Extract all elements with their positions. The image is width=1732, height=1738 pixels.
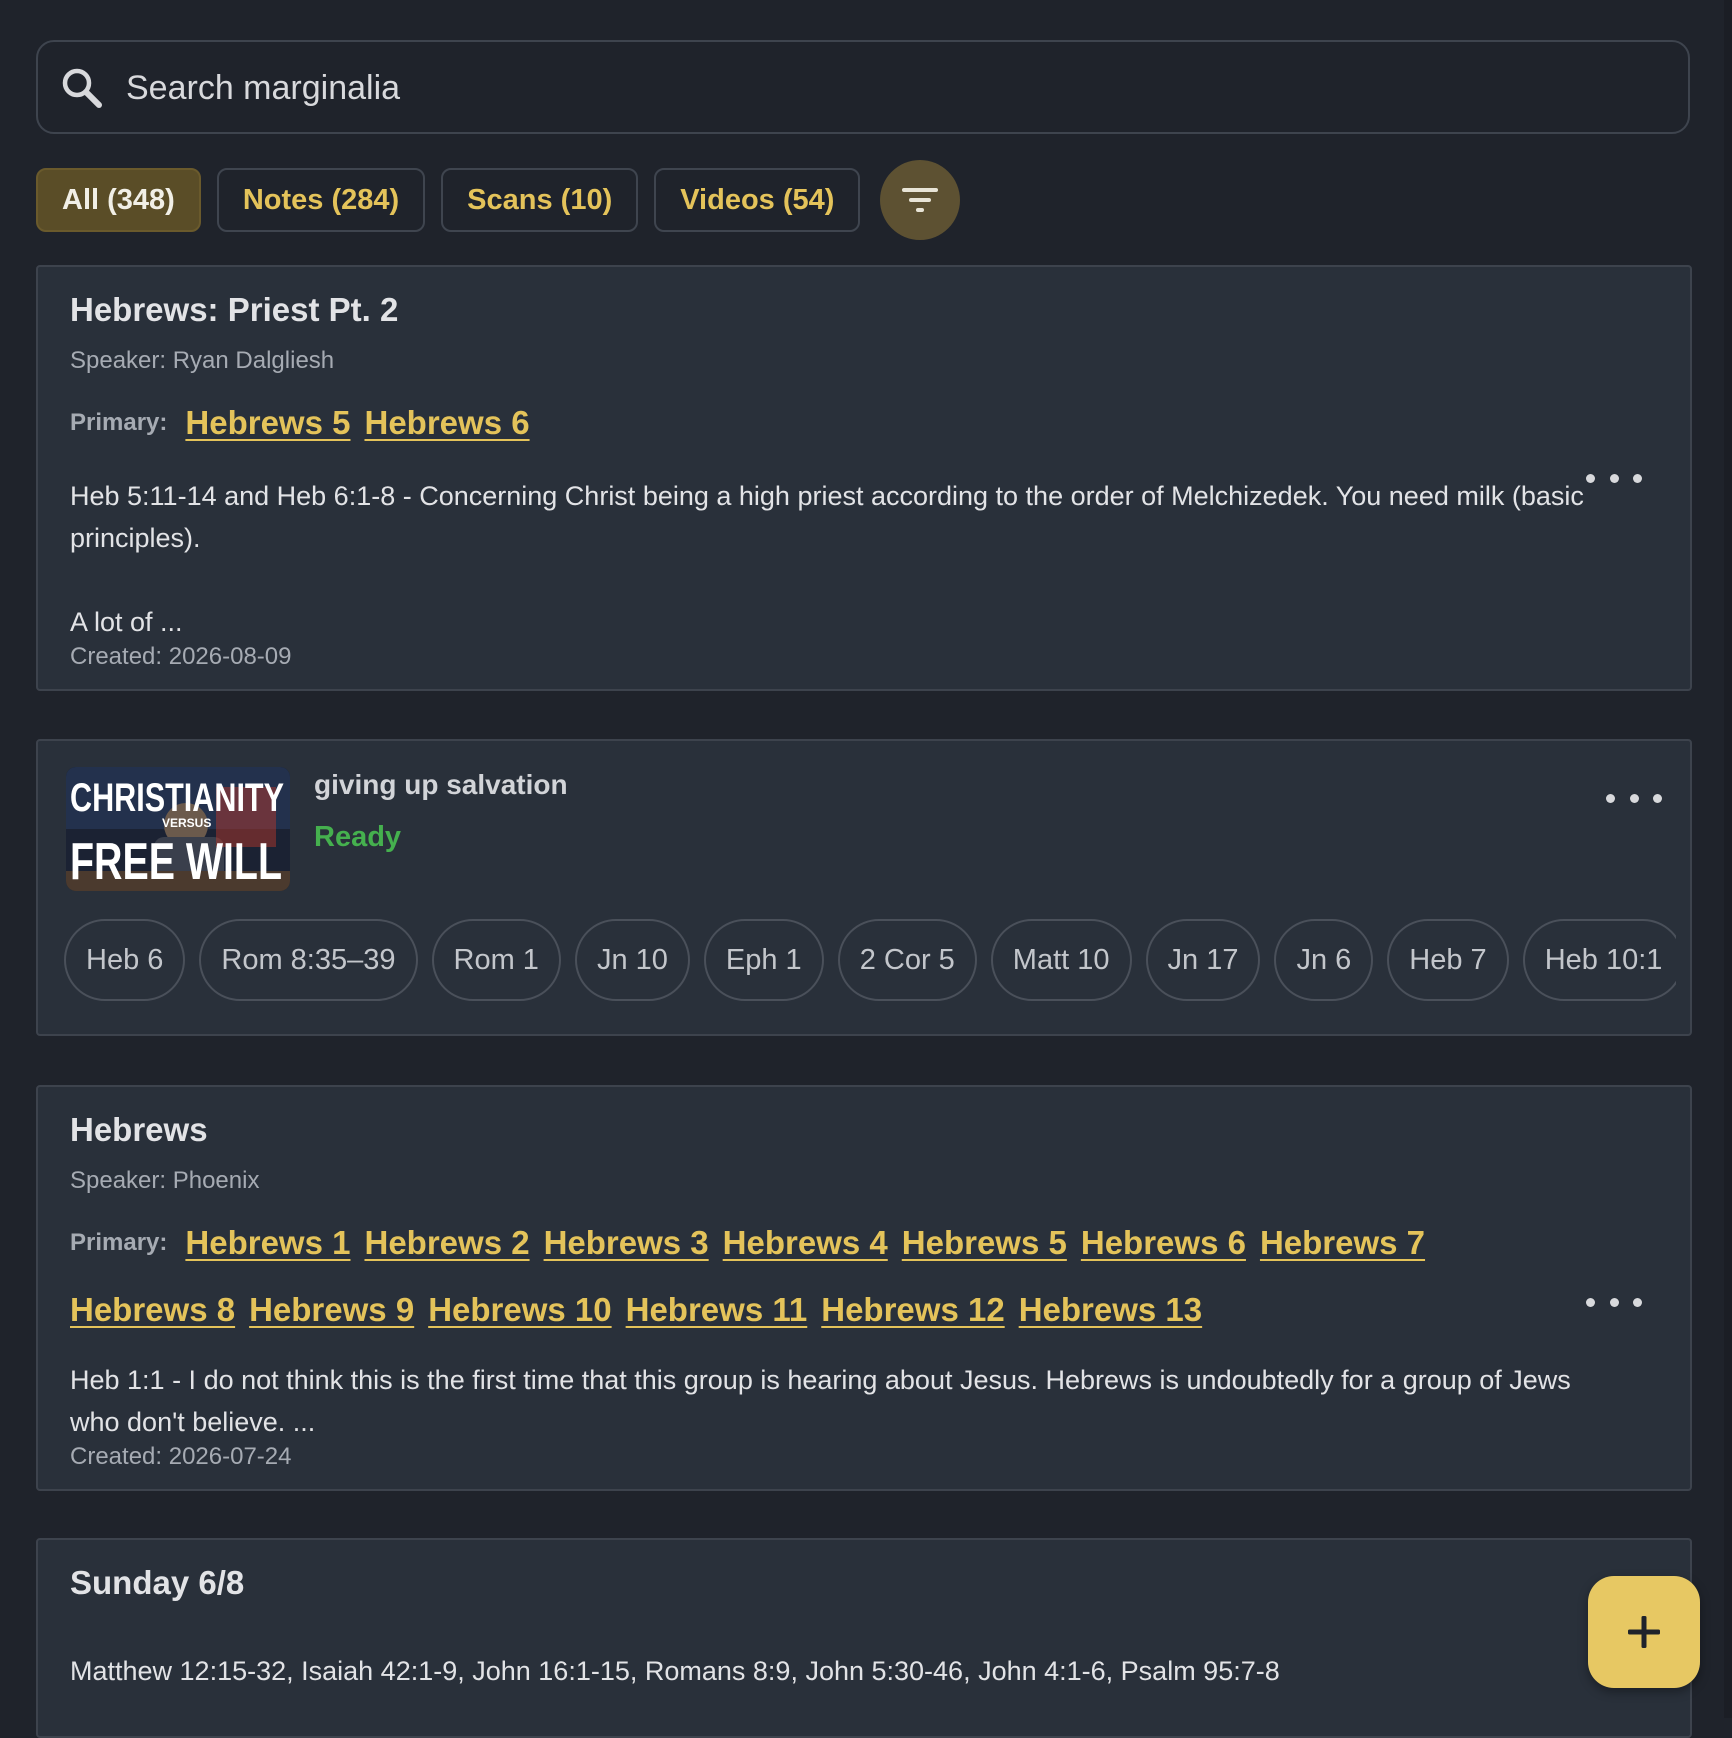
more-options-icon [1586, 1297, 1595, 1307]
ref-link[interactable]: Hebrews 2 [364, 1224, 529, 1261]
card-title: Hebrews: Priest Pt. 2 [70, 291, 399, 328]
card-body: Heb 1:1 - I do not think this is the fir… [70, 1365, 1571, 1437]
scripture-pill[interactable]: Heb 10:1 [1522, 919, 1676, 1001]
ref-link[interactable]: Hebrews 8 [70, 1291, 235, 1328]
thumbnail-text-line3: FREE WILL [70, 833, 282, 891]
card-title: Sunday 6/8 [70, 1564, 245, 1601]
filter-icon [902, 188, 939, 212]
primary-label: Primary: [70, 1229, 168, 1257]
card-body-continued: A lot of ... [70, 607, 183, 637]
note-card[interactable]: Hebrews: Priest Pt. 2 Speaker: Ryan Dalg… [36, 265, 1692, 691]
card-body: Matthew 12:15-32, Isaiah 42:1-9, John 16… [70, 1656, 1280, 1686]
scripture-pill[interactable]: Heb 7 [1387, 919, 1509, 1001]
more-options-icon-dot [1633, 1297, 1642, 1307]
card-created-date: Created: 2026-08-09 [70, 643, 292, 670]
card-speaker: Speaker: Phoenix [70, 1167, 260, 1194]
video-title: giving up salvation [314, 769, 568, 800]
primary-refs: Primary: Hebrews 5 Hebrews 6 [70, 389, 1570, 455]
search-input[interactable] [124, 58, 1668, 118]
ref-link[interactable]: Hebrews 6 [1081, 1224, 1246, 1261]
more-options-icon-dot [1633, 473, 1642, 483]
note-card[interactable]: Hebrews Speaker: Phoenix Primary: Hebrews… [36, 1085, 1692, 1491]
scrollbar-track[interactable] [1724, 0, 1732, 1718]
filter-row: All (348) Notes (284) Scans (10) Videos … [36, 160, 961, 240]
ref-link[interactable]: Hebrews 11 [626, 1291, 808, 1328]
card-created-date: Created: 2026-07-24 [70, 1443, 292, 1470]
ref-link[interactable]: Hebrews 5 [185, 404, 350, 441]
thumbnail-text-line2: VERSUS [162, 816, 211, 830]
plus-icon [1628, 1616, 1660, 1648]
scripture-pill[interactable]: 2 Cor 5 [837, 919, 977, 1001]
scripture-pill[interactable]: Jn 10 [574, 919, 690, 1001]
scripture-pill[interactable]: Jn 6 [1274, 919, 1374, 1001]
video-card[interactable]: CHRISTIANITY VERSUS FREE WILL giving up … [36, 739, 1692, 1036]
filter-chip-all[interactable]: All (348) [36, 168, 201, 232]
search-bar[interactable] [36, 40, 1690, 134]
scripture-pill[interactable]: Matt 10 [990, 919, 1132, 1001]
search-icon [62, 68, 102, 108]
filter-chip-scans[interactable]: Scans (10) [441, 168, 639, 232]
note-card[interactable]: Sunday 6/8 Matthew 12:15-32, Isaiah 42:1… [36, 1538, 1692, 1738]
ref-link[interactable]: Hebrews 13 [1019, 1291, 1202, 1328]
thumbnail-text-line1: CHRISTIANITY [70, 776, 284, 820]
scripture-pill[interactable]: Rom 1 [431, 919, 561, 1001]
ref-link[interactable]: Hebrews 6 [364, 404, 529, 441]
scripture-pill-row[interactable]: Heb 6 Rom 8:35–39 Rom 1 Jn 10 Eph 1 2 Co… [64, 919, 1676, 1005]
more-options-icon-dot [1629, 793, 1639, 803]
ref-link[interactable]: Hebrews 1 [185, 1224, 350, 1261]
primary-refs: Primary: Hebrews 1 Hebrews 2 Hebrews 3 Hebre… [70, 1209, 1570, 1342]
ref-link[interactable]: Hebrews 10 [428, 1291, 611, 1328]
video-status: Ready [314, 821, 402, 853]
more-options-icon-dot [1609, 1297, 1619, 1307]
ref-link[interactable]: Hebrews 4 [723, 1224, 888, 1261]
ref-link[interactable]: Hebrews 12 [821, 1291, 1004, 1328]
primary-label: Primary: [70, 409, 168, 437]
ref-link[interactable]: Hebrews 5 [902, 1224, 1067, 1261]
scripture-pill[interactable]: Eph 1 [703, 919, 824, 1001]
card-speaker: Speaker: Ryan Dalgliesh [70, 347, 335, 374]
card-title: Hebrews [70, 1111, 208, 1148]
more-options-button[interactable] [1586, 1287, 1642, 1317]
video-thumbnail-image: CHRISTIANITY VERSUS FREE WILL [66, 767, 290, 891]
scripture-pill[interactable]: Heb 6 [64, 919, 186, 1001]
more-options-icon [1606, 793, 1615, 803]
more-options-icon-dot [1653, 793, 1662, 803]
ref-link[interactable]: Hebrews 3 [544, 1224, 709, 1261]
scripture-pill[interactable]: Jn 17 [1145, 919, 1261, 1001]
filter-chip-notes[interactable]: Notes (284) [216, 168, 426, 232]
ref-link[interactable]: Hebrews 7 [1260, 1224, 1425, 1261]
video-thumbnail[interactable]: CHRISTIANITY VERSUS FREE WILL [66, 767, 290, 891]
scripture-pill[interactable]: Rom 8:35–39 [199, 919, 418, 1001]
more-options-icon [1586, 473, 1595, 483]
filter-button[interactable] [880, 160, 961, 240]
more-options-button[interactable] [1606, 783, 1662, 813]
ref-link[interactable]: Hebrews 9 [249, 1291, 414, 1328]
filter-chip-videos[interactable]: Videos (54) [654, 168, 861, 232]
add-button[interactable] [1588, 1576, 1700, 1688]
more-options-button[interactable] [1586, 463, 1642, 493]
more-options-icon-dot [1609, 473, 1619, 483]
card-body: Heb 5:11-14 and Heb 6:1-8 - Concerning C… [70, 481, 1584, 553]
